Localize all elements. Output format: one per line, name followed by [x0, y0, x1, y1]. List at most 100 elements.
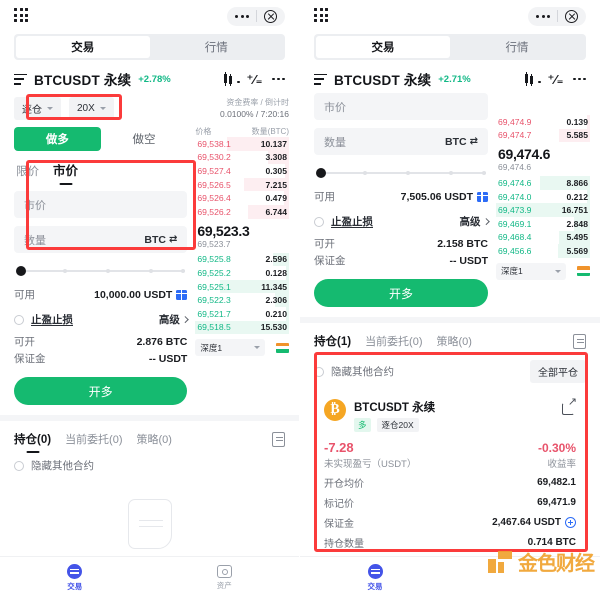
- amount-slider[interactable]: [16, 262, 186, 280]
- pair-left-group[interactable]: BTCUSDT 永续 +2.78%: [14, 69, 171, 89]
- tpsl-checkbox[interactable]: [314, 216, 324, 227]
- swap-icon[interactable]: ⇄: [169, 234, 177, 245]
- pair-left-group[interactable]: BTCUSDT 永续 +2.71%: [314, 69, 471, 89]
- order-book-row[interactable]: 69,521.7 0.210: [195, 306, 289, 321]
- quantity-unit[interactable]: BTC ⇄: [144, 234, 177, 246]
- order-book-row[interactable]: 69,525.2 0.128: [195, 266, 289, 280]
- slider-node-25[interactable]: [363, 171, 367, 175]
- order-book-row[interactable]: 69,468.4 5.495: [496, 230, 590, 245]
- grid-dots-icon[interactable]: [14, 8, 30, 24]
- quantity-input[interactable]: 数量 BTC ⇄: [14, 226, 188, 253]
- depth-select[interactable]: 深度1: [195, 339, 266, 357]
- more-dots-icon[interactable]: [235, 14, 249, 18]
- order-book-row[interactable]: 69,473.9 16.751: [496, 203, 590, 217]
- hide-other-group[interactable]: 隐藏其他合约: [14, 458, 94, 473]
- depth-display-icon[interactable]: [276, 342, 289, 353]
- tpsl-row[interactable]: 止盈止损 高级: [14, 312, 189, 327]
- positions-tab-group[interactable]: 持仓(0) 当前委托(0) 策略(0): [14, 431, 172, 447]
- pair-icons[interactable]: ⁺⁄₌: [223, 72, 285, 86]
- slider-node-100[interactable]: [181, 269, 186, 273]
- pair-name[interactable]: BTCUSDT 永续: [334, 69, 431, 89]
- close-all-button[interactable]: 全部平仓: [530, 360, 586, 383]
- swap-icon[interactable]: ⇄: [470, 136, 478, 147]
- depth-controls[interactable]: 深度1: [195, 339, 289, 357]
- grid-dots-icon[interactable]: [314, 8, 330, 24]
- left-hide-row[interactable]: 隐藏其他合约: [0, 447, 299, 473]
- slider-node-75[interactable]: [449, 171, 453, 175]
- calculator-icon[interactable]: ⁺⁄₌: [247, 73, 263, 86]
- candlestick-icon[interactable]: [524, 72, 541, 86]
- nav-item-trade[interactable]: 交易: [0, 557, 150, 598]
- order-type-limit[interactable]: 限价: [16, 163, 39, 179]
- tab-strategies[interactable]: 策略(0): [437, 333, 472, 349]
- order-book-row[interactable]: 69,525.8 2.596: [195, 252, 289, 267]
- hide-other-checkbox[interactable]: [314, 366, 324, 377]
- order-book-row[interactable]: 69,522.3 2.306: [195, 293, 289, 307]
- slider-node-100[interactable]: [482, 171, 486, 175]
- open-long-button[interactable]: 开多: [314, 279, 488, 307]
- price-input[interactable]: 市价: [14, 191, 188, 218]
- slider-node-25[interactable]: [63, 269, 67, 273]
- tpsl-left[interactable]: 止盈止损: [314, 214, 373, 229]
- nav-item-assets[interactable]: 资产: [150, 557, 300, 598]
- tab-open-orders[interactable]: 当前委托(0): [365, 333, 422, 349]
- order-book-row[interactable]: 69,469.1 2.848: [496, 216, 590, 231]
- slider-node-75[interactable]: [149, 269, 153, 273]
- advanced-link[interactable]: 高级: [159, 312, 189, 327]
- side-long-button[interactable]: 做多: [14, 127, 101, 151]
- calculator-icon[interactable]: ⁺⁄₌: [548, 73, 564, 86]
- side-toggle[interactable]: 做多 做空: [14, 127, 187, 151]
- pair-icons[interactable]: ⁺⁄₌: [524, 72, 586, 86]
- order-book-row[interactable]: 69,474.9 0.139: [496, 115, 590, 129]
- right-hide-row[interactable]: 隐藏其他合约 全部平仓: [300, 349, 600, 383]
- hide-other-group[interactable]: 隐藏其他合约: [314, 364, 394, 379]
- quantity-input[interactable]: 数量 BTC ⇄: [314, 128, 488, 155]
- gift-icon[interactable]: [477, 191, 488, 202]
- more-dots-icon[interactable]: [272, 77, 285, 81]
- price-input[interactable]: 市价: [314, 93, 488, 120]
- tab-markets[interactable]: 行情: [150, 36, 284, 58]
- tab-strategies[interactable]: 策略(0): [137, 431, 172, 447]
- sort-list-icon[interactable]: [14, 73, 27, 85]
- amount-slider[interactable]: [316, 164, 486, 182]
- candlestick-icon[interactable]: [223, 72, 240, 86]
- records-icon[interactable]: [272, 431, 285, 447]
- mini-program-controls[interactable]: [528, 6, 586, 26]
- slider-node-50[interactable]: [406, 171, 410, 175]
- tab-trade[interactable]: 交易: [16, 36, 150, 58]
- order-book-row[interactable]: 69,456.6 5.569: [496, 244, 590, 258]
- order-book-row[interactable]: 69,530.2 3.308: [195, 150, 289, 165]
- slider-node-50[interactable]: [106, 269, 110, 273]
- order-book-row[interactable]: 69,526.5 7.215: [195, 177, 289, 192]
- hide-other-checkbox[interactable]: [14, 460, 24, 471]
- order-book-row[interactable]: 69,474.6 8.866: [496, 176, 590, 190]
- left-bottom-nav[interactable]: 交易 资产: [0, 556, 299, 598]
- quantity-unit[interactable]: BTC ⇄: [445, 136, 478, 148]
- nav-item-trade[interactable]: 交易: [300, 557, 450, 598]
- close-circle-icon[interactable]: [264, 9, 277, 23]
- tab-markets[interactable]: 行情: [450, 36, 584, 58]
- open-long-button[interactable]: 开多: [14, 377, 188, 405]
- margin-leverage-chips[interactable]: 逐仓 20X: [14, 97, 187, 120]
- left-positions-tabs[interactable]: 持仓(0) 当前委托(0) 策略(0): [0, 421, 299, 447]
- depth-display-icon[interactable]: [577, 266, 590, 277]
- leverage-chip[interactable]: 20X: [69, 97, 114, 120]
- pair-name[interactable]: BTCUSDT 永续: [34, 69, 131, 89]
- right-positions-tabs[interactable]: 持仓(1) 当前委托(0) 策略(0): [300, 323, 600, 349]
- order-book-row[interactable]: 69,538.1 10.137: [195, 137, 289, 151]
- order-type-tabs[interactable]: 限价 市价: [14, 151, 187, 183]
- left-main-tabs[interactable]: 交易 行情: [14, 34, 285, 60]
- margin-mode-chip[interactable]: 逐仓: [14, 97, 61, 120]
- depth-controls[interactable]: 深度1: [496, 262, 590, 280]
- close-circle-icon[interactable]: [565, 9, 578, 23]
- sort-list-icon[interactable]: [314, 73, 327, 85]
- tpsl-left[interactable]: 止盈止损: [14, 312, 73, 327]
- tpsl-row[interactable]: 止盈止损 高级: [314, 214, 489, 229]
- slider-knob[interactable]: [16, 266, 26, 276]
- tab-positions[interactable]: 持仓(0): [14, 431, 51, 447]
- slider-knob[interactable]: [316, 168, 326, 178]
- tab-open-orders[interactable]: 当前委托(0): [65, 431, 122, 447]
- order-book-row[interactable]: 69,527.4 0.305: [195, 164, 289, 178]
- order-book-row[interactable]: 69,518.5 15.530: [195, 320, 289, 335]
- order-book-row[interactable]: 69,526.2 6.744: [195, 204, 289, 219]
